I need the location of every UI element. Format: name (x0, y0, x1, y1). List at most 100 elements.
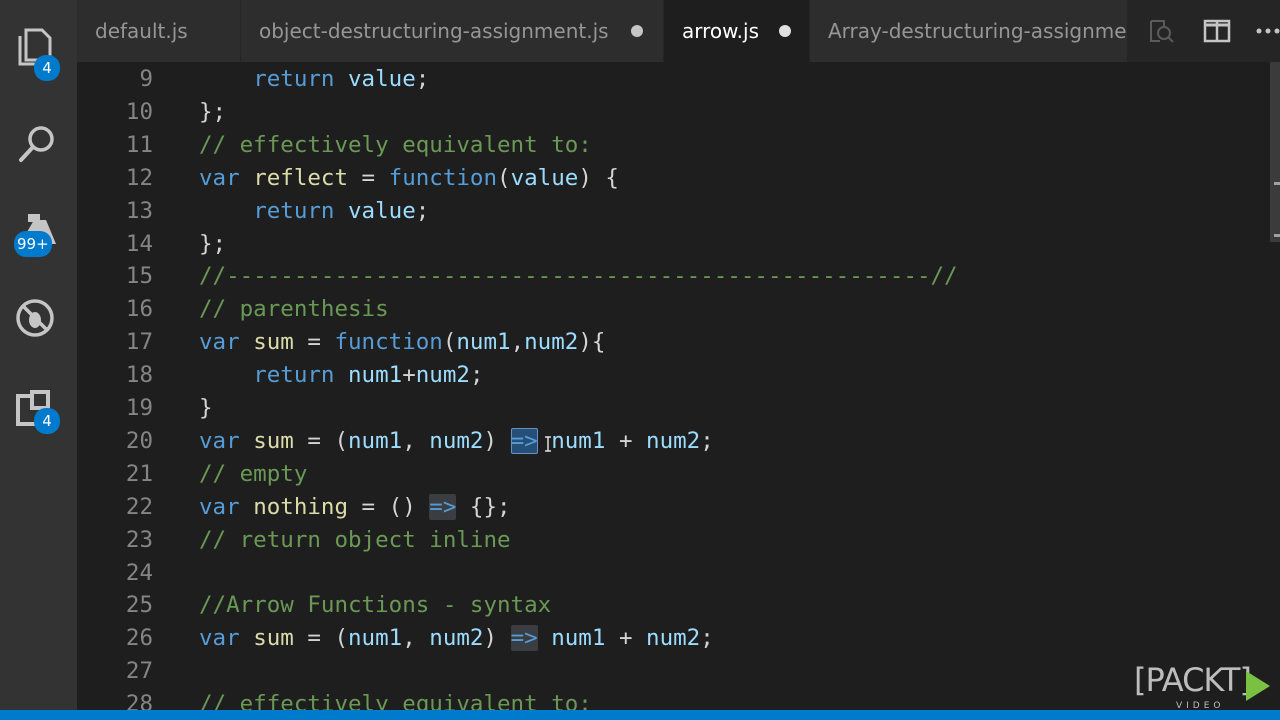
activity-search[interactable] (0, 108, 77, 178)
code-line[interactable]: 19} (77, 392, 1267, 425)
code-line[interactable]: 13 return value; (77, 195, 1267, 228)
code-line[interactable]: 26 var sum = (num1, num2) => num1 + num2; (77, 622, 1267, 655)
tab-object-destructuring-assignment-js[interactable]: object-destructuring-assignment.js (241, 0, 664, 62)
tab-array-destructuring-assignment[interactable]: Array-destructuring-assignme (810, 0, 1128, 62)
tab-default-js[interactable]: default.js (77, 0, 241, 62)
code-editor[interactable]: 9 return value; 10}; 11// effectively equi… (77, 62, 1280, 710)
line-code: } (199, 392, 213, 425)
unsaved-dot-icon[interactable] (631, 25, 643, 37)
line-number: 13 (125, 197, 153, 224)
code-line[interactable]: 27 (77, 655, 1267, 688)
code-line[interactable]: 17 var sum = function(num1,num2){ (77, 326, 1267, 359)
activity-explorer[interactable]: 4 (0, 10, 77, 81)
code-line[interactable]: 11 // effectively equivalent to: (77, 129, 1267, 162)
code-token: num1 (348, 362, 403, 389)
code-token: , (510, 329, 525, 356)
line-number: 21 (125, 460, 153, 487)
code-line[interactable]: 10}; (77, 96, 1267, 129)
split-editor-icon[interactable] (1202, 16, 1232, 46)
more-actions-icon[interactable] (1254, 16, 1280, 46)
editor-actions (1128, 0, 1280, 62)
line-code: return num1+num2; (199, 359, 483, 392)
line-code: // return object inline (199, 524, 511, 557)
line-code: //--------------------------------------… (199, 260, 958, 293)
unsaved-dot-icon[interactable] (779, 25, 791, 37)
activity-bar: 4 99+ 4 (0, 0, 77, 720)
code-token: , (402, 427, 430, 454)
tab-label: object-destructuring-assignment.js (259, 19, 609, 43)
code-line[interactable]: 16 // parenthesis (77, 293, 1267, 326)
code-line[interactable]: 9 return value; (77, 63, 1267, 96)
code-line[interactable]: 12 var reflect = function(value) { (77, 162, 1267, 195)
line-code: }; (199, 96, 226, 129)
line-number: 10 (125, 98, 153, 125)
code-line[interactable]: 20 var sum = (num1, num2) => num1 + num2; (77, 425, 1267, 458)
code-line[interactable]: 15 //------------------------------------… (77, 260, 1267, 293)
code-token: ) { (578, 164, 619, 191)
code-token: ) (483, 427, 511, 454)
explorer-badge: 4 (34, 55, 60, 81)
activity-debug[interactable] (0, 284, 77, 354)
open-changes-icon[interactable] (1146, 16, 1176, 46)
code-token: = (348, 164, 389, 191)
code-token: + (402, 362, 416, 389)
code-line[interactable]: 23 // return object inline (77, 524, 1267, 557)
line-code: // effectively equivalent to: (199, 688, 592, 710)
code-token: ( (497, 164, 511, 191)
line-number: 18 (125, 362, 153, 389)
code-token: ) (483, 625, 511, 652)
code-token: var (199, 625, 240, 652)
code-token: // effectively equivalent to: (199, 691, 592, 710)
line-number: 12 (125, 164, 153, 191)
code-token: , (402, 625, 430, 652)
code-token: + (605, 625, 647, 652)
line-code: }; (199, 228, 226, 261)
code-token: ( (442, 329, 457, 356)
code-token: // return object inline (199, 526, 511, 553)
code-token: + (605, 427, 647, 454)
line-number: 16 (125, 296, 153, 323)
code-line[interactable]: 28 // effectively equivalent to: (77, 688, 1267, 710)
code-line[interactable]: 18 return num1+num2; (77, 359, 1267, 392)
code-line[interactable]: 22 var nothing = () => {}; (77, 491, 1267, 524)
line-code: //Arrow Functions - syntax (199, 589, 551, 622)
code-token: value (348, 66, 416, 92)
code-token: ; (415, 197, 430, 224)
code-token: // effectively equivalent to: (199, 131, 592, 158)
line-number: 23 (125, 526, 153, 553)
code-token: function (334, 329, 443, 356)
code-token: => (510, 625, 538, 652)
tab-label: arrow.js (682, 19, 760, 43)
vertical-scrollbar[interactable] (1270, 62, 1280, 242)
code-line[interactable]: 21 // empty (77, 458, 1267, 491)
code-line[interactable]: 24 (77, 557, 1267, 590)
code-token: sum (253, 329, 294, 356)
code-token: // empty (199, 460, 308, 487)
line-code: var sum = (num1, num2) => num1 + num2; (199, 622, 714, 655)
source-control-badge: 99+ (14, 231, 52, 257)
activity-source-control[interactable]: 99+ (0, 196, 77, 266)
code-line[interactable]: 14}; (77, 228, 1267, 261)
code-token: value (510, 164, 579, 191)
code-token: nothing (253, 493, 349, 520)
code-token: function (388, 164, 498, 191)
code-line[interactable]: 25 //Arrow Functions - syntax (77, 589, 1267, 622)
line-code: // parenthesis (199, 293, 389, 326)
code-token: num1 (551, 427, 606, 454)
code-token: num2 (415, 362, 470, 389)
code-token: num2 (646, 625, 701, 652)
line-number: 9 (139, 66, 153, 92)
code-token: value (348, 197, 416, 224)
line-code: // effectively equivalent to: (199, 129, 592, 162)
code-token: var (199, 493, 240, 520)
line-code: return value; (199, 195, 429, 228)
editor-tab-bar: default.js object-destructuring-assignme… (77, 0, 1280, 62)
code-token: {}; (456, 493, 511, 520)
tab-arrow-js[interactable]: arrow.js (664, 0, 810, 62)
activity-extensions[interactable]: 4 (0, 374, 77, 444)
